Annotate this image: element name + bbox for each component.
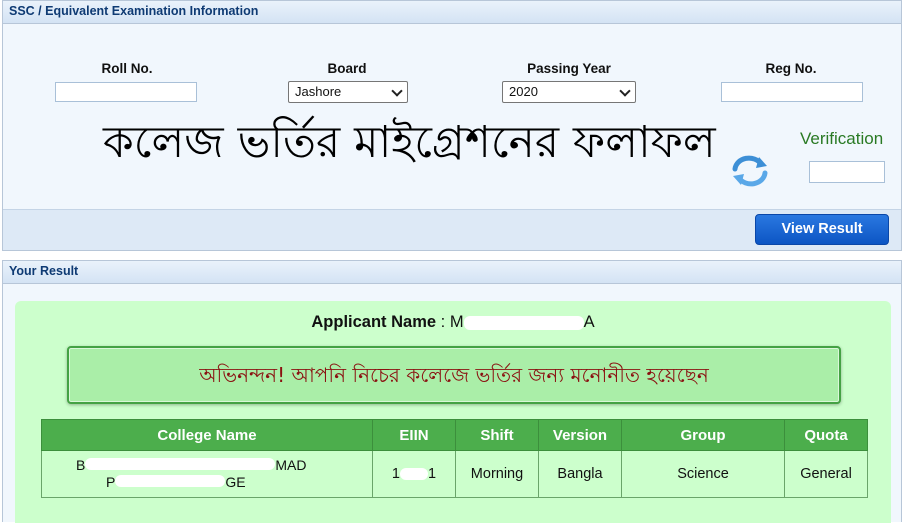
applicant-label: Applicant Name: [311, 313, 437, 331]
redaction-mask: [400, 468, 428, 481]
year-label: Passing Year: [527, 61, 611, 76]
ssc-panel-title: SSC / Equivalent Examination Information: [3, 1, 901, 24]
shift-cell: Morning: [455, 450, 539, 498]
overlay-title: কলেজ ভর্তির মাইগ্রেশনের ফলাফল: [103, 117, 716, 168]
col-college-name: College Name: [41, 419, 373, 451]
board-label: Board: [327, 61, 367, 76]
congratulations-message: অভিনন্দন! আপনি নিচের কলেজে ভর্তির জন্য ম…: [67, 346, 841, 404]
college-line2-start: P: [106, 474, 116, 490]
col-version: Version: [538, 419, 622, 451]
refresh-captcha-icon[interactable]: [729, 155, 771, 187]
redaction-mask: [463, 315, 584, 330]
board-selected: Jashore: [295, 84, 342, 99]
group-cell: Science: [621, 450, 785, 498]
quota-cell: General: [784, 450, 868, 498]
table-row: B MAD P GE 11 Morning Bangla Science Gener…: [41, 450, 868, 498]
col-eiin: EIIN: [372, 419, 456, 451]
college-line1-end: MAD: [275, 457, 307, 473]
view-result-button[interactable]: View Result: [755, 214, 889, 245]
redaction-mask: [115, 475, 226, 487]
result-panel-title: Your Result: [3, 261, 901, 284]
year-selected: 2020: [509, 84, 538, 99]
col-quota: Quota: [784, 419, 868, 451]
applicant-separator: :: [436, 313, 450, 331]
reg-input[interactable]: [721, 82, 863, 102]
eiin-cell: 11: [372, 450, 456, 498]
applicant-name-end: A: [583, 313, 595, 331]
chevron-down-icon: [391, 85, 403, 97]
applicant-line: Applicant Name : M A: [15, 313, 891, 332]
board-select[interactable]: Jashore: [288, 81, 408, 103]
eiin-start: 1: [391, 466, 400, 482]
ssc-info-panel: SSC / Equivalent Examination Information…: [2, 0, 902, 251]
eiin-end: 1: [428, 466, 437, 482]
verification-input[interactable]: [809, 161, 885, 183]
year-select[interactable]: 2020: [502, 81, 636, 103]
reg-label: Reg No.: [765, 61, 817, 76]
college-line2-end: GE: [225, 474, 246, 490]
version-cell: Bangla: [538, 450, 622, 498]
roll-label: Roll No.: [101, 61, 153, 76]
action-bar: View Result: [3, 209, 901, 250]
result-panel: Your Result Applicant Name : M A অভিনন্দন…: [2, 260, 902, 523]
applicant-name-start: M: [449, 313, 464, 331]
college-line1-start: B: [76, 457, 86, 473]
col-shift: Shift: [455, 419, 539, 451]
result-table: College Name EIIN Shift Version Group Qu…: [41, 419, 868, 498]
college-name-cell: B MAD P GE: [41, 450, 373, 498]
roll-input[interactable]: [55, 82, 197, 102]
col-group: Group: [621, 419, 785, 451]
redaction-mask: [85, 458, 276, 470]
result-box: Applicant Name : M A অভিনন্দন! আপনি নিচের…: [15, 301, 891, 523]
chevron-down-icon: [619, 85, 631, 97]
verification-label: Verification: [800, 129, 884, 148]
